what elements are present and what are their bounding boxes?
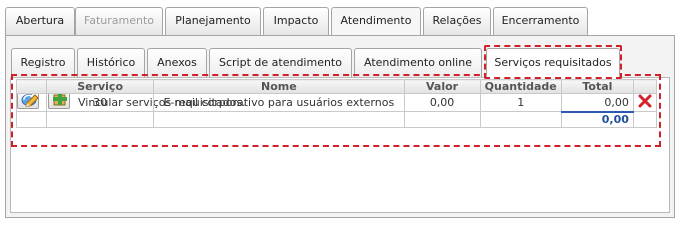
total-empty-3 bbox=[153, 111, 405, 128]
total-empty-6 bbox=[632, 111, 658, 128]
pencil-icon bbox=[24, 94, 39, 107]
cell-nome: E-mail corporativo para usuários externo… bbox=[153, 93, 405, 112]
total-empty-2 bbox=[46, 111, 155, 128]
grid-total-row: 0,00 bbox=[15, 110, 658, 128]
cell-servico: 30 bbox=[46, 93, 155, 112]
services-grid: Serviço Nome Valor Quantidade Total 30 E… bbox=[15, 79, 658, 128]
delete-button[interactable] bbox=[632, 93, 658, 112]
subtab-highlight bbox=[484, 45, 622, 79]
header-nome[interactable]: Nome bbox=[153, 79, 405, 94]
header-valor[interactable]: Valor bbox=[403, 79, 481, 94]
cell-total: 0,00 bbox=[560, 93, 634, 112]
tab-encerramento[interactable]: Encerramento bbox=[493, 7, 588, 35]
total-empty-5 bbox=[479, 111, 562, 128]
grid-header-row: Serviço Nome Valor Quantidade Total bbox=[15, 79, 658, 94]
header-edit bbox=[15, 79, 48, 94]
grand-total: 0,00 bbox=[560, 110, 634, 128]
cell-valor: 0,00 bbox=[403, 93, 481, 112]
edit-button[interactable] bbox=[15, 93, 48, 112]
header-quantidade[interactable]: Quantidade bbox=[479, 79, 562, 94]
tab-faturamento[interactable]: Faturamento bbox=[75, 7, 163, 35]
table-row: 30 E-mail corporativo para usuários exte… bbox=[15, 93, 658, 112]
header-delete bbox=[632, 79, 658, 94]
total-empty-1 bbox=[15, 111, 48, 128]
tab-planejamento[interactable]: Planejamento bbox=[165, 7, 261, 35]
tab-abertura[interactable]: Abertura bbox=[5, 7, 75, 35]
header-servico[interactable]: Serviço bbox=[46, 79, 155, 94]
tab-relacoes[interactable]: Relações bbox=[423, 7, 491, 35]
total-empty-4 bbox=[403, 111, 481, 128]
header-total[interactable]: Total bbox=[560, 79, 634, 94]
tab-atendimento[interactable]: Atendimento bbox=[331, 7, 421, 36]
cell-quantidade: 1 bbox=[479, 93, 562, 112]
tab-impacto[interactable]: Impacto bbox=[263, 7, 329, 35]
delete-icon bbox=[638, 94, 652, 108]
